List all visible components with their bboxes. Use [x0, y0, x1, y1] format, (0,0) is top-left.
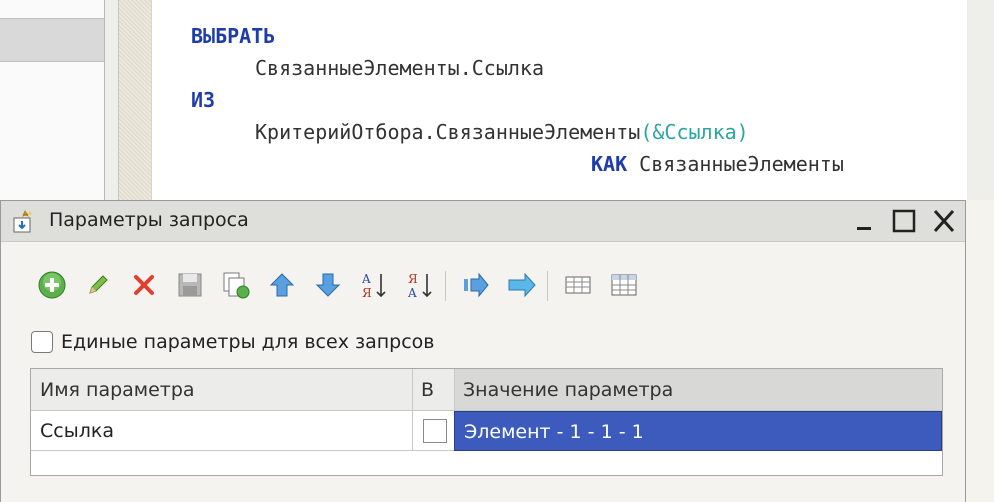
svg-text:A: A [361, 272, 371, 286]
left-panel-header[interactable] [0, 18, 104, 62]
maximize-icon[interactable] [889, 207, 919, 235]
shared-params-label: Единые параметры для всех запрсов [61, 331, 435, 353]
code-alias-line: КАК СвязанныеЭлементы [591, 152, 844, 176]
delete-icon[interactable] [127, 267, 161, 303]
splitter[interactable] [105, 0, 118, 200]
code-source-param: &Ссылка [652, 120, 737, 144]
parameters-table: Имя параметра В Значение параметра Ссылк… [30, 368, 943, 476]
code-field-line: СвязанныеЭлементы.Ссылка [255, 56, 544, 80]
save-icon[interactable] [173, 267, 207, 303]
minimize-icon[interactable] [849, 207, 879, 235]
code-alias: СвязанныеЭлементы [639, 152, 844, 176]
parameters-icon [13, 210, 32, 233]
editor-gutter [119, 0, 152, 200]
svg-text:A: A [407, 286, 417, 300]
table-row-name-cell[interactable]: Ссылка [31, 411, 412, 451]
svg-text:Я: Я [408, 272, 418, 286]
table-row-value-cell[interactable]: Элемент - 1 - 1 - 1 [454, 411, 942, 451]
column-header-value[interactable]: Значение параметра [454, 369, 942, 411]
code-source-line: КритерийОтбора.СвязанныеЭлементы(&Ссылка… [255, 120, 749, 144]
code-paren-open: ( [640, 120, 653, 144]
forward-icon[interactable] [459, 267, 493, 303]
toolbar-separator [445, 271, 446, 301]
sort-asc-icon[interactable]: AЯ [357, 267, 391, 303]
svg-text:Я: Я [362, 286, 372, 300]
column-header-expression[interactable]: В [412, 369, 454, 411]
toolbar-separator-2 [547, 271, 548, 301]
add-icon[interactable] [35, 267, 69, 303]
code-keyword-select: ВЫБРАТЬ [191, 24, 276, 48]
code-source-func: КритерийОтбора.СвязанныеЭлементы [255, 120, 641, 144]
sort-desc-icon[interactable]: ЯA [403, 267, 437, 303]
code-paren-close: ) [736, 120, 749, 144]
right-strip [967, 0, 994, 200]
expression-checkbox[interactable] [423, 419, 447, 443]
copy-icon[interactable] [219, 267, 253, 303]
grid-icon[interactable] [607, 267, 641, 303]
column-header-name[interactable]: Имя параметра [31, 369, 412, 411]
code-keyword-from: ИЗ [191, 88, 216, 112]
query-parameters-dialog: Параметры запроса AЯ ЯA Единые параметры… [0, 200, 966, 502]
query-text-editor[interactable]: ВЫБРАТЬ СвязанныеЭлементы.Ссылка ИЗ Крит… [118, 0, 968, 200]
shared-params-checkbox[interactable] [31, 331, 53, 353]
edit-icon[interactable] [81, 267, 115, 303]
code-keyword-as: КАК [591, 152, 628, 176]
move-down-icon[interactable] [311, 267, 345, 303]
dialog-titlebar[interactable]: Параметры запроса [1, 201, 965, 242]
close-icon[interactable] [929, 207, 959, 235]
arrow-right-icon[interactable] [505, 267, 539, 303]
left-panel [0, 0, 105, 200]
table-icon[interactable] [561, 267, 595, 303]
move-up-icon[interactable] [265, 267, 299, 303]
dialog-title: Параметры запроса [49, 209, 249, 231]
